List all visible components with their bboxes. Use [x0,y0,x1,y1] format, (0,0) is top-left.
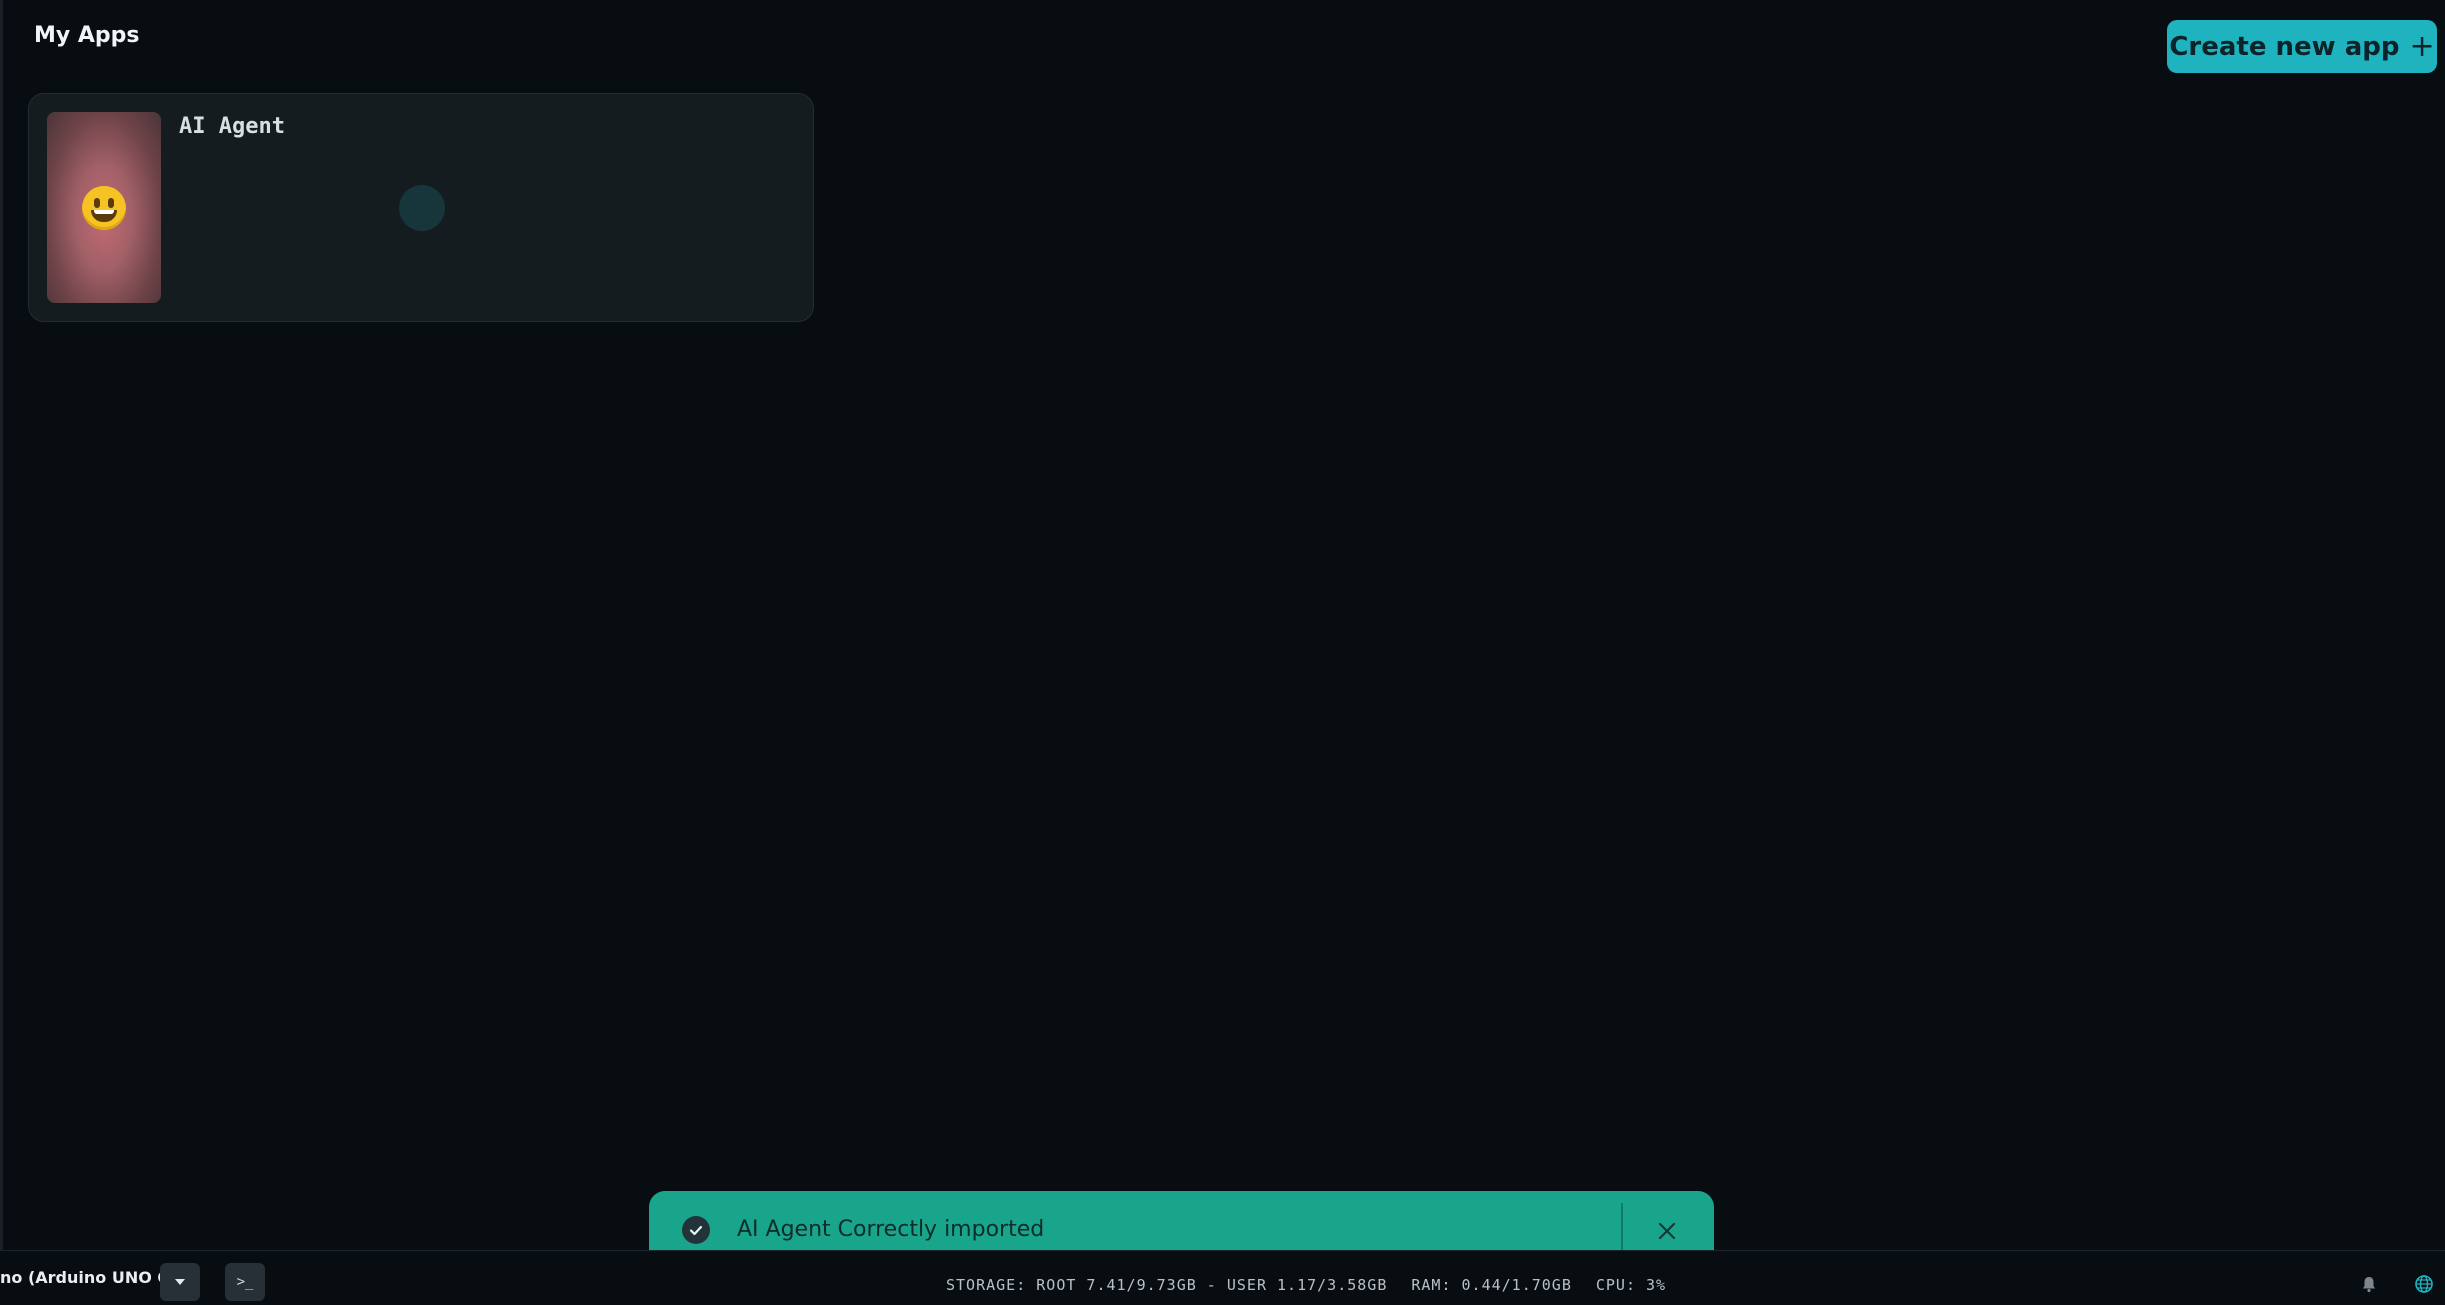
cpu-stat: CPU: 3% [1595,1276,1667,1294]
board-name: no (Arduino UNO Q) [0,1268,179,1287]
status-bar: no (Arduino UNO Q) >_ STORAGE: ROOT 7.41… [0,1250,2445,1305]
storage-stat: STORAGE: ROOT 7.41/9.73GB - USER 1.17/3.… [946,1276,1388,1294]
toast-divider [1621,1203,1623,1257]
app-name: AI Agent [179,114,285,139]
terminal-button[interactable]: >_ [225,1263,265,1301]
app-thumbnail [47,112,161,303]
board-dropdown-button[interactable] [160,1263,200,1301]
loading-spinner [399,185,445,231]
ram-stat: RAM: 0.44/1.70GB [1411,1276,1572,1294]
terminal-icon: >_ [236,1274,254,1290]
create-new-app-label: Create new app [2169,31,2400,62]
plus-icon: + [2409,28,2435,64]
grinning-face-icon [82,185,126,230]
chevron-down-icon [175,1279,185,1285]
left-divider [0,0,3,1250]
toast-message: AI Agent Correctly imported [737,1217,1045,1242]
app-card-ai-agent[interactable]: AI Agent [28,93,814,322]
globe-icon[interactable] [2413,1273,2435,1295]
page-title: My Apps [34,23,140,48]
create-new-app-button[interactable]: Create new app + [2167,20,2437,73]
close-icon[interactable] [1647,1211,1687,1251]
system-stats: STORAGE: ROOT 7.41/9.73GB - USER 1.17/3.… [946,1276,1690,1294]
bell-icon[interactable] [2358,1273,2380,1295]
check-circle-icon [682,1216,710,1244]
